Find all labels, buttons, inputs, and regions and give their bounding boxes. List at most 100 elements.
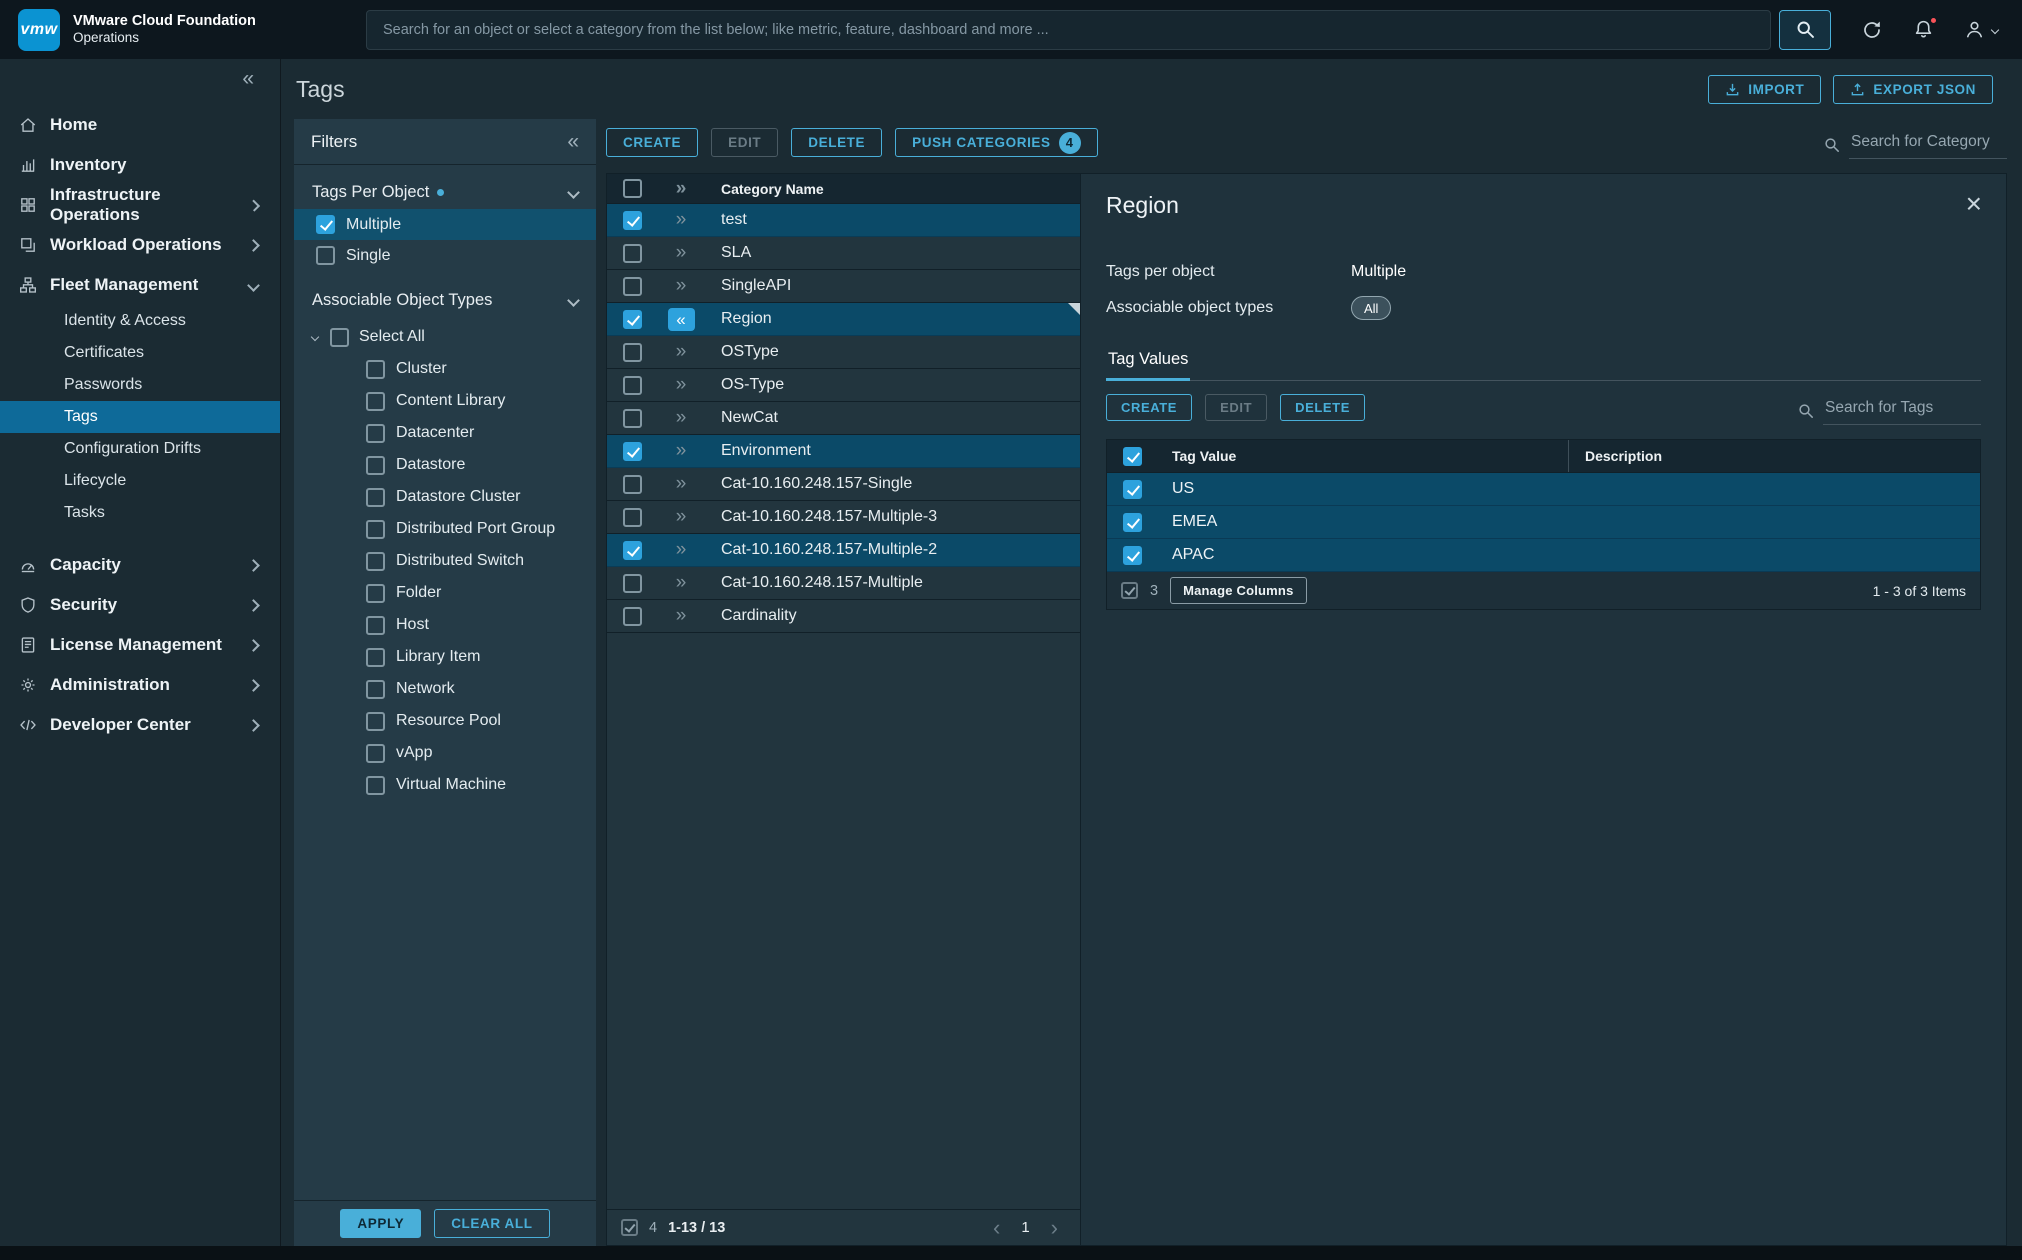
filter-section-associable-object-types[interactable]: Associable Object Types	[294, 283, 596, 317]
object-type-distributed-switch[interactable]: Distributed Switch	[294, 545, 596, 577]
tag-value-row[interactable]: US	[1107, 473, 1980, 506]
category-row[interactable]: OSType	[607, 336, 1080, 369]
sidebar-item-identity-access[interactable]: Identity & Access	[0, 305, 280, 337]
object-type-checkbox[interactable]	[366, 360, 385, 379]
category-row-checkbox[interactable]	[623, 277, 642, 296]
object-type-distributed-port-group[interactable]: Distributed Port Group	[294, 513, 596, 545]
tag-value-row[interactable]: APAC	[1107, 539, 1980, 572]
previous-page-button[interactable]	[993, 1215, 1000, 1241]
open-detail-icon[interactable]	[676, 605, 687, 627]
open-detail-icon[interactable]	[676, 374, 687, 396]
import-button[interactable]: IMPORT	[1708, 75, 1821, 104]
category-row[interactable]: Cat-10.160.248.157-Multiple	[607, 567, 1080, 600]
create-category-button[interactable]: CREATE	[606, 128, 698, 157]
clear-all-button[interactable]: CLEAR ALL	[434, 1209, 549, 1238]
category-row[interactable]: Cardinality	[607, 600, 1080, 633]
sidebar-item-tags[interactable]: Tags	[0, 401, 280, 433]
delete-tag-button[interactable]: DELETE	[1280, 394, 1365, 421]
filter-option-single[interactable]: Single	[294, 240, 596, 271]
sidebar-item-home[interactable]: Home	[0, 105, 280, 145]
object-type-checkbox[interactable]	[366, 456, 385, 475]
category-row[interactable]: Region	[607, 303, 1080, 336]
sidebar-item-certificates[interactable]: Certificates	[0, 337, 280, 369]
tag-row-checkbox[interactable]	[1123, 513, 1142, 532]
filter-option-checkbox[interactable]	[316, 215, 335, 234]
export-json-button[interactable]: EXPORT JSON	[1833, 75, 1993, 104]
open-detail-icon[interactable]	[676, 341, 687, 363]
apply-button[interactable]: APPLY	[340, 1209, 421, 1238]
select-all-categories-checkbox[interactable]	[623, 179, 642, 198]
category-row-checkbox[interactable]	[623, 508, 642, 527]
object-type-checkbox[interactable]	[366, 520, 385, 539]
object-type-vapp[interactable]: vApp	[294, 737, 596, 769]
category-row-checkbox[interactable]	[623, 409, 642, 428]
user-menu-button[interactable]	[1964, 19, 1998, 40]
sidebar-item-capacity[interactable]: Capacity	[0, 545, 280, 585]
category-row-checkbox[interactable]	[623, 244, 642, 263]
category-row[interactable]: NewCat	[607, 402, 1080, 435]
push-categories-button[interactable]: PUSH CATEGORIES 4	[895, 128, 1098, 157]
open-detail-icon[interactable]	[676, 572, 687, 594]
sidebar-item-security[interactable]: Security	[0, 585, 280, 625]
filter-option-checkbox[interactable]	[316, 246, 335, 265]
object-type-folder[interactable]: Folder	[294, 577, 596, 609]
category-search-input[interactable]	[1849, 131, 2007, 159]
delete-category-button[interactable]: DELETE	[791, 128, 882, 157]
object-type-datastore-cluster[interactable]: Datastore Cluster	[294, 481, 596, 513]
tag-search-input[interactable]	[1823, 397, 1981, 425]
object-type-checkbox[interactable]	[366, 744, 385, 763]
category-row-checkbox[interactable]	[623, 343, 642, 362]
open-detail-icon[interactable]	[676, 407, 687, 429]
object-type-datacenter[interactable]: Datacenter	[294, 417, 596, 449]
category-row[interactable]: SLA	[607, 237, 1080, 270]
open-detail-icon[interactable]	[676, 473, 687, 495]
collapse-detail-icon[interactable]	[668, 308, 695, 331]
sidebar-item-fleet-management[interactable]: Fleet Management	[0, 265, 280, 305]
select-all-row[interactable]: Select All	[294, 321, 596, 353]
tag-value-row[interactable]: EMEA	[1107, 506, 1980, 539]
object-type-checkbox[interactable]	[366, 584, 385, 603]
object-type-checkbox[interactable]	[366, 712, 385, 731]
collapse-filters-icon[interactable]	[567, 130, 579, 154]
filter-option-multiple[interactable]: Multiple	[294, 209, 596, 240]
category-row-checkbox[interactable]	[623, 376, 642, 395]
object-type-checkbox[interactable]	[366, 648, 385, 667]
object-type-checkbox[interactable]	[366, 680, 385, 699]
sidebar-item-passwords[interactable]: Passwords	[0, 369, 280, 401]
object-type-resource-pool[interactable]: Resource Pool	[294, 705, 596, 737]
category-row-checkbox[interactable]	[623, 607, 642, 626]
sidebar-item-developer-center[interactable]: Developer Center	[0, 705, 280, 745]
select-all-tags-checkbox[interactable]	[1123, 447, 1142, 466]
manage-columns-button[interactable]: Manage Columns	[1170, 577, 1306, 604]
sidebar-item-workload-operations[interactable]: Workload Operations	[0, 225, 280, 265]
category-row-checkbox[interactable]	[623, 211, 642, 230]
object-type-checkbox[interactable]	[366, 488, 385, 507]
object-type-checkbox[interactable]	[366, 392, 385, 411]
object-type-checkbox[interactable]	[366, 776, 385, 795]
category-row-checkbox[interactable]	[623, 574, 642, 593]
open-detail-icon[interactable]	[676, 209, 687, 231]
category-row[interactable]: SingleAPI	[607, 270, 1080, 303]
object-type-checkbox[interactable]	[366, 616, 385, 635]
category-row[interactable]: test	[607, 204, 1080, 237]
sidebar-item-tasks[interactable]: Tasks	[0, 497, 280, 529]
category-row[interactable]: OS-Type	[607, 369, 1080, 402]
sidebar-item-configuration-drifts[interactable]: Configuration Drifts	[0, 433, 280, 465]
global-search-input[interactable]	[366, 10, 1771, 50]
open-detail-icon[interactable]	[676, 440, 687, 462]
object-type-checkbox[interactable]	[366, 424, 385, 443]
open-detail-icon[interactable]	[676, 275, 687, 297]
filter-section-tags-per-object[interactable]: Tags Per Object	[294, 175, 596, 209]
category-row-checkbox[interactable]	[623, 442, 642, 461]
open-detail-icon[interactable]	[676, 539, 687, 561]
sidebar-item-administration[interactable]: Administration	[0, 665, 280, 705]
refresh-button[interactable]	[1861, 19, 1883, 41]
category-row-checkbox[interactable]	[623, 475, 642, 494]
open-detail-icon[interactable]	[676, 242, 687, 264]
sidebar-item-license-management[interactable]: License Management	[0, 625, 280, 665]
category-row[interactable]: Cat-10.160.248.157-Single	[607, 468, 1080, 501]
object-type-library-item[interactable]: Library Item	[294, 641, 596, 673]
close-detail-icon[interactable]	[1966, 190, 1982, 218]
category-row[interactable]: Environment	[607, 435, 1080, 468]
object-type-virtual-machine[interactable]: Virtual Machine	[294, 769, 596, 801]
